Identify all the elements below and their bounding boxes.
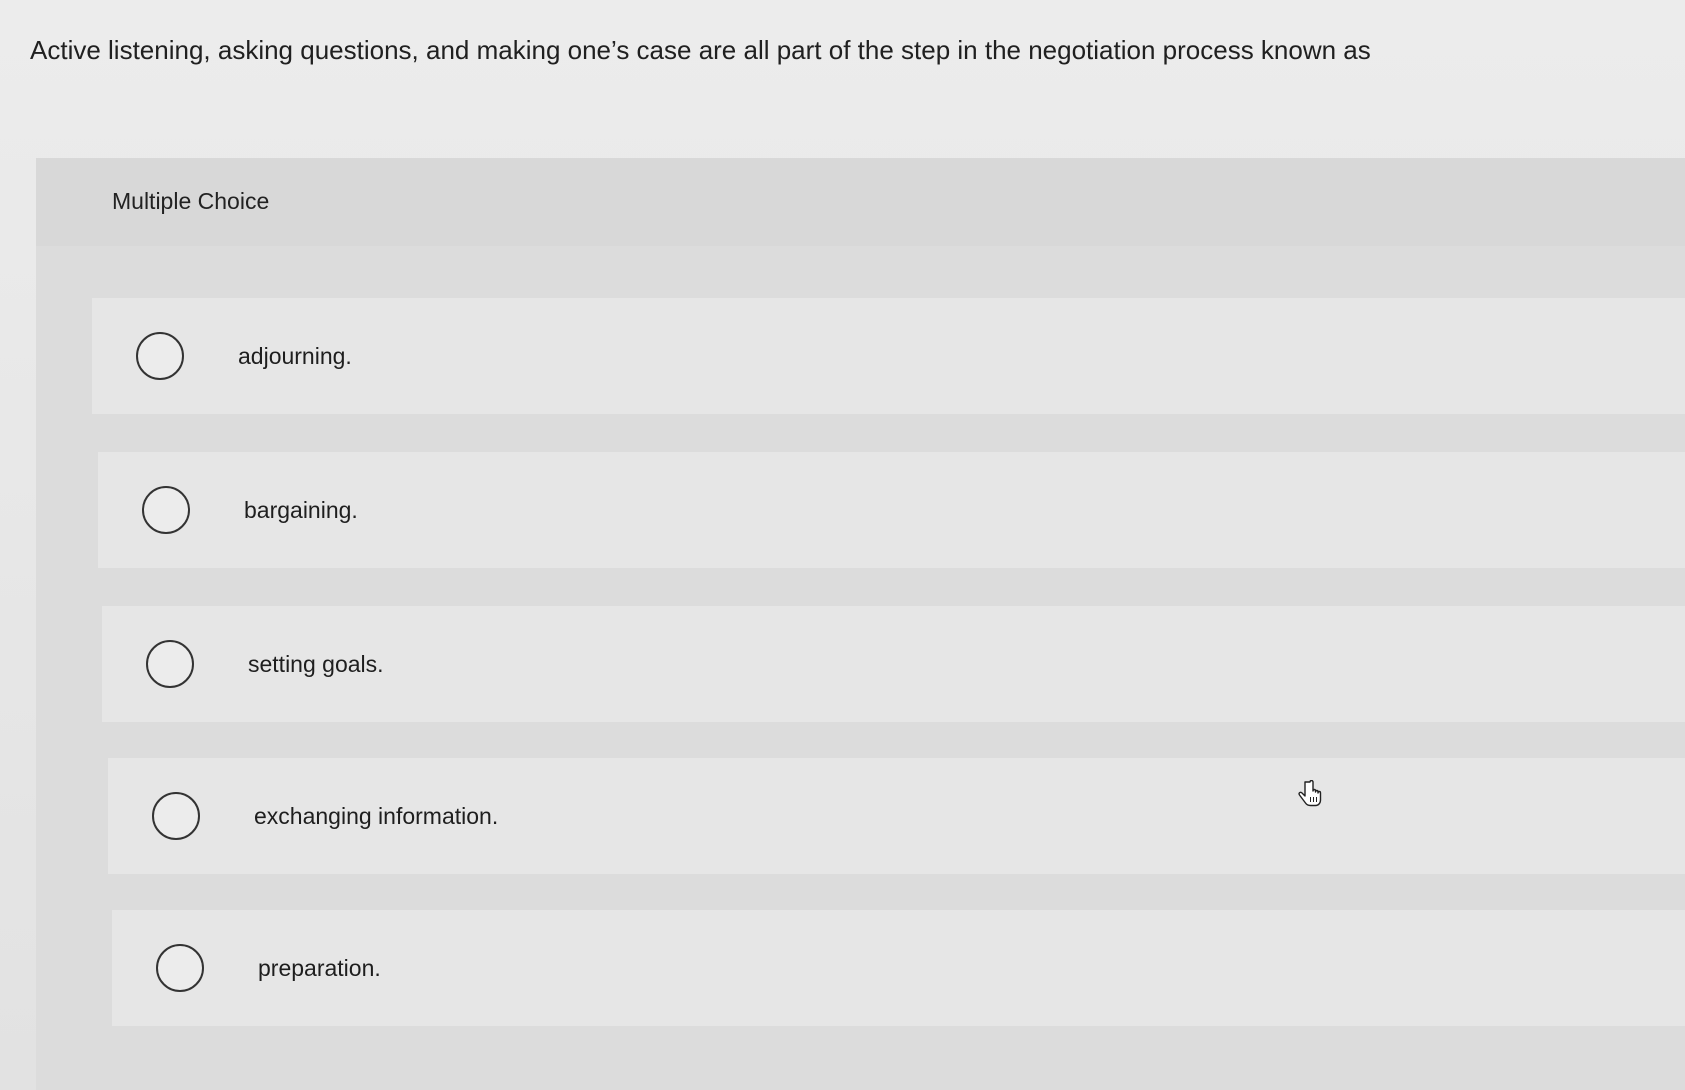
radio-button[interactable] bbox=[146, 640, 194, 688]
radio-button[interactable] bbox=[136, 332, 184, 380]
page: Active listening, asking questions, and … bbox=[0, 0, 1685, 1090]
choice-exchanging-information[interactable]: exchanging information. bbox=[108, 758, 1685, 874]
choice-bargaining[interactable]: bargaining. bbox=[98, 452, 1685, 568]
multiple-choice-label: Multiple Choice bbox=[112, 188, 270, 214]
choice-label: preparation. bbox=[258, 954, 381, 981]
choice-adjourning[interactable]: adjourning. bbox=[92, 298, 1685, 414]
hand-pointer-icon bbox=[1298, 780, 1322, 807]
radio-button[interactable] bbox=[142, 486, 190, 534]
answer-panel: Multiple Choice adjourning. bargaining. … bbox=[36, 158, 1685, 1090]
panel-header: Multiple Choice bbox=[36, 158, 1685, 246]
choice-label: setting goals. bbox=[248, 650, 384, 677]
question-text: Active listening, asking questions, and … bbox=[30, 35, 1371, 65]
choice-setting-goals[interactable]: setting goals. bbox=[102, 606, 1685, 722]
choice-label: adjourning. bbox=[238, 342, 352, 369]
radio-button[interactable] bbox=[152, 792, 200, 840]
choice-preparation[interactable]: preparation. bbox=[112, 910, 1685, 1026]
choice-label: exchanging information. bbox=[254, 802, 499, 829]
radio-button[interactable] bbox=[156, 944, 204, 992]
choice-label: bargaining. bbox=[244, 496, 358, 523]
